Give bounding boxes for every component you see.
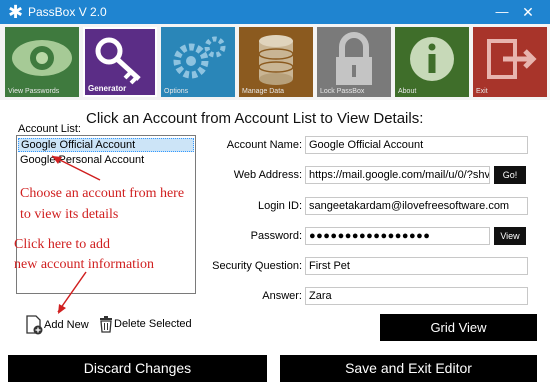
save-exit-button[interactable]: Save and Exit Editor (280, 355, 537, 382)
answer-field[interactable]: Zara (305, 287, 528, 305)
grid-view-button[interactable]: Grid View (380, 314, 537, 341)
answer-label: Answer: (262, 290, 302, 302)
web-address-field[interactable]: https://mail.google.com/mail/u/0/?shv (305, 166, 490, 184)
add-new-button[interactable]: Add New (24, 315, 89, 335)
view-password-button[interactable]: View (494, 227, 526, 245)
discard-changes-button[interactable]: Discard Changes (8, 355, 267, 382)
web-address-label: Web Address: (233, 169, 302, 181)
go-button[interactable]: Go! (494, 166, 526, 184)
account-name-label: Account Name: (226, 139, 302, 151)
security-question-label: Security Question: (212, 260, 302, 272)
login-id-field[interactable]: sangeetakardam@ilovefreesoftware.com (305, 197, 528, 215)
add-file-icon (26, 315, 43, 335)
password-label: Password: (250, 230, 302, 242)
trash-icon (100, 316, 112, 333)
password-field[interactable]: ●●●●●●●●●●●●●●●●● (305, 227, 490, 245)
add-new-label: Add New (44, 319, 89, 331)
delete-selected-label: Delete Selected (114, 318, 192, 330)
delete-selected-button[interactable]: Delete Selected (98, 315, 192, 333)
account-name-field[interactable]: Google Official Account (305, 136, 528, 154)
login-id-label: Login ID: (257, 200, 302, 212)
security-question-field[interactable]: First Pet (305, 257, 528, 275)
